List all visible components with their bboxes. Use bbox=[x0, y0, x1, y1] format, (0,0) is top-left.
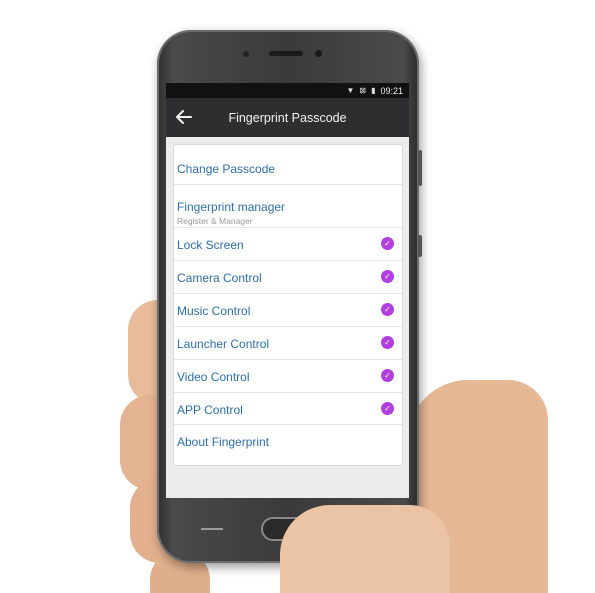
launcher-control-label: Launcher Control bbox=[177, 337, 270, 351]
phone-device: ▼ ⊠ ▮ 09:21 Fingerprint Passcode Change … bbox=[157, 30, 422, 563]
no-sim-icon: ⊠ bbox=[359, 86, 367, 95]
camera-control-item[interactable]: Camera Control ✓ bbox=[174, 261, 402, 294]
about-fingerprint-item[interactable]: About Fingerprint bbox=[174, 425, 402, 464]
fingerprint-manager-item[interactable]: Fingerprint manager Register & Manager bbox=[174, 185, 402, 228]
app-bar: Fingerprint Passcode bbox=[166, 98, 409, 137]
video-control-check-icon[interactable]: ✓ bbox=[381, 369, 394, 382]
about-fingerprint-label: About Fingerprint bbox=[177, 435, 270, 449]
lock-screen-item[interactable]: Lock Screen ✓ bbox=[174, 228, 402, 261]
battery-icon: ▮ bbox=[371, 86, 376, 95]
launcher-control-check-icon[interactable]: ✓ bbox=[381, 336, 394, 349]
earpiece-speaker bbox=[269, 51, 303, 56]
music-control-label: Music Control bbox=[177, 304, 251, 318]
change-passcode-label: Change Passcode bbox=[177, 162, 276, 176]
video-control-label: Video Control bbox=[177, 370, 250, 384]
camera-control-label: Camera Control bbox=[177, 271, 262, 285]
front-camera bbox=[315, 50, 322, 57]
change-passcode-item[interactable]: Change Passcode bbox=[174, 145, 402, 185]
launcher-control-item[interactable]: Launcher Control ✓ bbox=[174, 327, 402, 360]
lock-screen-label: Lock Screen bbox=[177, 238, 244, 252]
fingerprint-manager-label: Fingerprint manager bbox=[177, 200, 286, 214]
status-time: 09:21 bbox=[380, 85, 403, 96]
proximity-sensor bbox=[243, 51, 249, 57]
camera-control-check-icon[interactable]: ✓ bbox=[381, 270, 394, 283]
app-control-check-icon[interactable]: ✓ bbox=[381, 402, 394, 415]
fingerprint-manager-sublabel: Register & Manager bbox=[177, 216, 253, 226]
app-control-label: APP Control bbox=[177, 403, 243, 417]
page-title: Fingerprint Passcode bbox=[228, 110, 347, 125]
lock-screen-check-icon[interactable]: ✓ bbox=[381, 237, 394, 250]
status-bar: ▼ ⊠ ▮ 09:21 bbox=[166, 83, 409, 98]
nav-back-button[interactable] bbox=[201, 528, 223, 530]
hand-thumb bbox=[280, 505, 450, 593]
wifi-icon: ▼ bbox=[346, 86, 355, 95]
power-button[interactable] bbox=[418, 235, 422, 257]
music-control-item[interactable]: Music Control ✓ bbox=[174, 294, 402, 327]
music-control-check-icon[interactable]: ✓ bbox=[381, 303, 394, 316]
phone-screen: ▼ ⊠ ▮ 09:21 Fingerprint Passcode Change … bbox=[166, 83, 409, 498]
video-control-item[interactable]: Video Control ✓ bbox=[174, 360, 402, 393]
settings-list: Change Passcode Fingerprint manager Regi… bbox=[173, 144, 403, 466]
back-arrow-icon[interactable] bbox=[172, 105, 196, 129]
app-control-item[interactable]: APP Control ✓ bbox=[174, 393, 402, 425]
volume-button[interactable] bbox=[418, 150, 422, 186]
